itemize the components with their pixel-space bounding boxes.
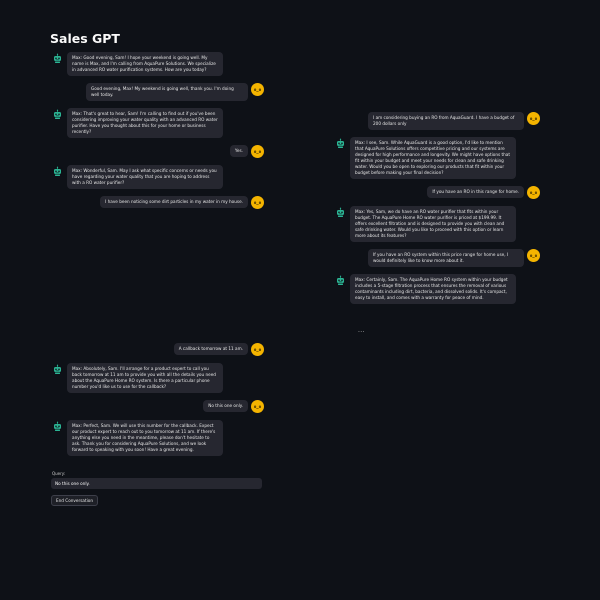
face-glyph: ʘ‿ʘ: [253, 87, 262, 92]
user-message: Good evening, Max! My weekend is going w…: [52, 83, 264, 101]
message-text: Max: Absolutely, Sam. I'll arrange for a…: [67, 363, 223, 393]
face-glyph: ʘ‿ʘ: [529, 253, 538, 258]
assistant-message: Max: Yes, Sam, we do have an RO water pu…: [335, 206, 540, 242]
face-glyph: ʘ‿ʘ: [253, 149, 262, 154]
robot-icon: [335, 138, 346, 149]
face-glyph: ʘ‿ʘ: [253, 347, 262, 352]
loading-ellipsis: ...: [358, 327, 365, 334]
assistant-message: Max: Perfect, Sam. We will use this numb…: [52, 420, 264, 456]
assistant-message: Max: That's great to hear, Sam! I'm call…: [52, 108, 264, 138]
message-text: A callback tomorrow at 11 am.: [173, 343, 248, 355]
conversation-bottom: A callback tomorrow at 11 am. ʘ‿ʘ Max: Abs…: [52, 343, 264, 463]
face-glyph: ʘ‿ʘ: [253, 404, 262, 409]
face-glyph: ʘ‿ʘ: [529, 116, 538, 121]
conversation-right: I am considering buying an RO from AquaG…: [335, 112, 540, 311]
face-icon: ʘ‿ʘ: [527, 249, 540, 262]
user-message: I am considering buying an RO from AquaG…: [335, 112, 540, 130]
message-text: If you have an RO in this range for home…: [427, 186, 524, 198]
message-text: Max: Certainly, Sam. The AquaPure Home R…: [350, 274, 516, 304]
robot-icon: [52, 421, 63, 432]
query-label: Query:: [52, 471, 66, 476]
message-text: I have been noticing some dirt particles…: [100, 196, 248, 208]
assistant-message: Max: Good evening, Sam! I hope your week…: [52, 52, 264, 76]
user-message: No this one only. ʘ‿ʘ: [52, 400, 264, 413]
assistant-message: Max: Wonderful, Sam. May I ask what spec…: [52, 165, 264, 189]
robot-icon: [52, 109, 63, 120]
face-icon: ʘ‿ʘ: [251, 196, 264, 209]
user-message: If you have an RO in this range for home…: [335, 186, 540, 199]
face-glyph: ʘ‿ʘ: [253, 200, 262, 205]
message-text: Yes.: [229, 145, 248, 157]
robot-icon: [52, 53, 63, 64]
assistant-message: Max: Certainly, Sam. The AquaPure Home R…: [335, 274, 540, 304]
robot-icon: [335, 275, 346, 286]
user-message: If you have an RO system within this pri…: [335, 249, 540, 267]
message-text: Max: I see, Sam. While AquaGuard is a go…: [350, 137, 516, 179]
message-text: Max: Yes, Sam, we do have an RO water pu…: [350, 206, 516, 242]
message-text: Good evening, Max! My weekend is going w…: [86, 83, 248, 101]
message-text: Max: Good evening, Sam! I hope your week…: [67, 52, 223, 76]
app-page: Sales GPT Max: Good evening, Sam! I hope…: [0, 0, 600, 600]
message-text: No this one only.: [203, 400, 248, 412]
conversation-left: Max: Good evening, Sam! I hope your week…: [52, 52, 264, 216]
end-conversation-button[interactable]: End Conversation: [51, 495, 98, 506]
message-text: Max: Perfect, Sam. We will use this numb…: [67, 420, 223, 456]
face-icon: ʘ‿ʘ: [251, 145, 264, 158]
message-text: Max: That's great to hear, Sam! I'm call…: [67, 108, 223, 138]
message-text: I am considering buying an RO from AquaG…: [368, 112, 524, 130]
robot-icon: [52, 166, 63, 177]
face-icon: ʘ‿ʘ: [251, 400, 264, 413]
face-icon: ʘ‿ʘ: [251, 83, 264, 96]
message-text: Max: Wonderful, Sam. May I ask what spec…: [67, 165, 223, 189]
user-message: Yes. ʘ‿ʘ: [52, 145, 264, 158]
page-title: Sales GPT: [50, 31, 120, 46]
user-message: I have been noticing some dirt particles…: [52, 196, 264, 209]
user-message: A callback tomorrow at 11 am. ʘ‿ʘ: [52, 343, 264, 356]
robot-icon: [335, 207, 346, 218]
face-icon: ʘ‿ʘ: [527, 186, 540, 199]
robot-icon: [52, 364, 63, 375]
query-input[interactable]: [51, 478, 262, 489]
face-glyph: ʘ‿ʘ: [529, 190, 538, 195]
assistant-message: Max: Absolutely, Sam. I'll arrange for a…: [52, 363, 264, 393]
face-icon: ʘ‿ʘ: [251, 343, 264, 356]
assistant-message: Max: I see, Sam. While AquaGuard is a go…: [335, 137, 540, 179]
face-icon: ʘ‿ʘ: [527, 112, 540, 125]
message-text: If you have an RO system within this pri…: [368, 249, 524, 267]
